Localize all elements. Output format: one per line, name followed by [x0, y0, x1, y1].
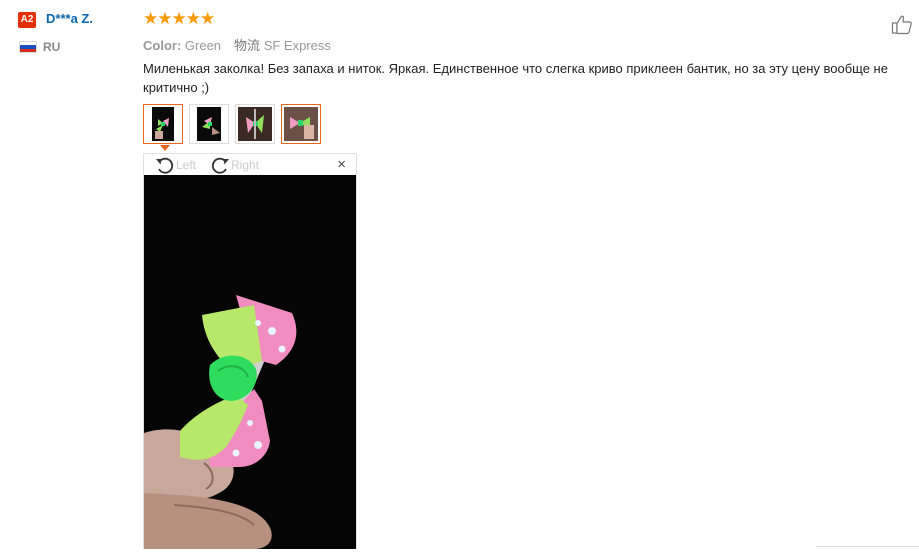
color-label: Color:: [143, 38, 182, 53]
rotate-right-icon: [211, 157, 229, 174]
shipping-label: 物流: [234, 38, 261, 53]
photo-thumbnails: [143, 104, 321, 144]
thumbs-up-icon[interactable]: [891, 13, 913, 35]
star-icon: ★: [171, 9, 187, 28]
photo-thumbnail-4[interactable]: [281, 104, 321, 144]
color-value: Green: [184, 38, 222, 53]
photo-thumbnail-2[interactable]: [189, 104, 229, 144]
star-icon: ★: [157, 9, 172, 28]
hair-clip-photo: [144, 175, 356, 549]
buyer-level-badge: A2: [18, 12, 36, 28]
rotate-right-button[interactable]: Right: [210, 156, 259, 174]
review-text: Миленькая заколка! Без запаха и ниток. Я…: [143, 61, 888, 95]
review-meta: Color: Green 物流 SF Express: [143, 35, 331, 54]
photo-viewer: Left Right ×: [143, 153, 357, 549]
star-icon: ★: [200, 9, 215, 28]
photo-viewer-toolbar: Left Right ×: [144, 154, 356, 176]
review-photo: [144, 175, 356, 549]
rotate-left-button[interactable]: Left: [155, 156, 196, 174]
star-icon: ★: [143, 9, 158, 28]
rotate-right-label: Right: [231, 158, 260, 172]
star-icon: ★: [185, 9, 201, 28]
country-flag-icon: [19, 41, 37, 53]
photo-thumbnail-1[interactable]: [143, 104, 183, 144]
rotate-left-label: Left: [176, 158, 197, 172]
divider: [816, 546, 919, 547]
star-rating: ★ ★ ★ ★ ★: [143, 9, 215, 29]
active-thumbnail-pointer: [160, 145, 170, 151]
photo-thumbnail-3[interactable]: [235, 104, 275, 144]
reviewer-country: RU: [43, 40, 61, 54]
rotate-left-icon: [156, 157, 174, 174]
shipping-value: SF Express: [263, 38, 331, 53]
close-viewer-button[interactable]: ×: [337, 157, 346, 173]
reviewer-name: D***a Z.: [46, 11, 93, 26]
